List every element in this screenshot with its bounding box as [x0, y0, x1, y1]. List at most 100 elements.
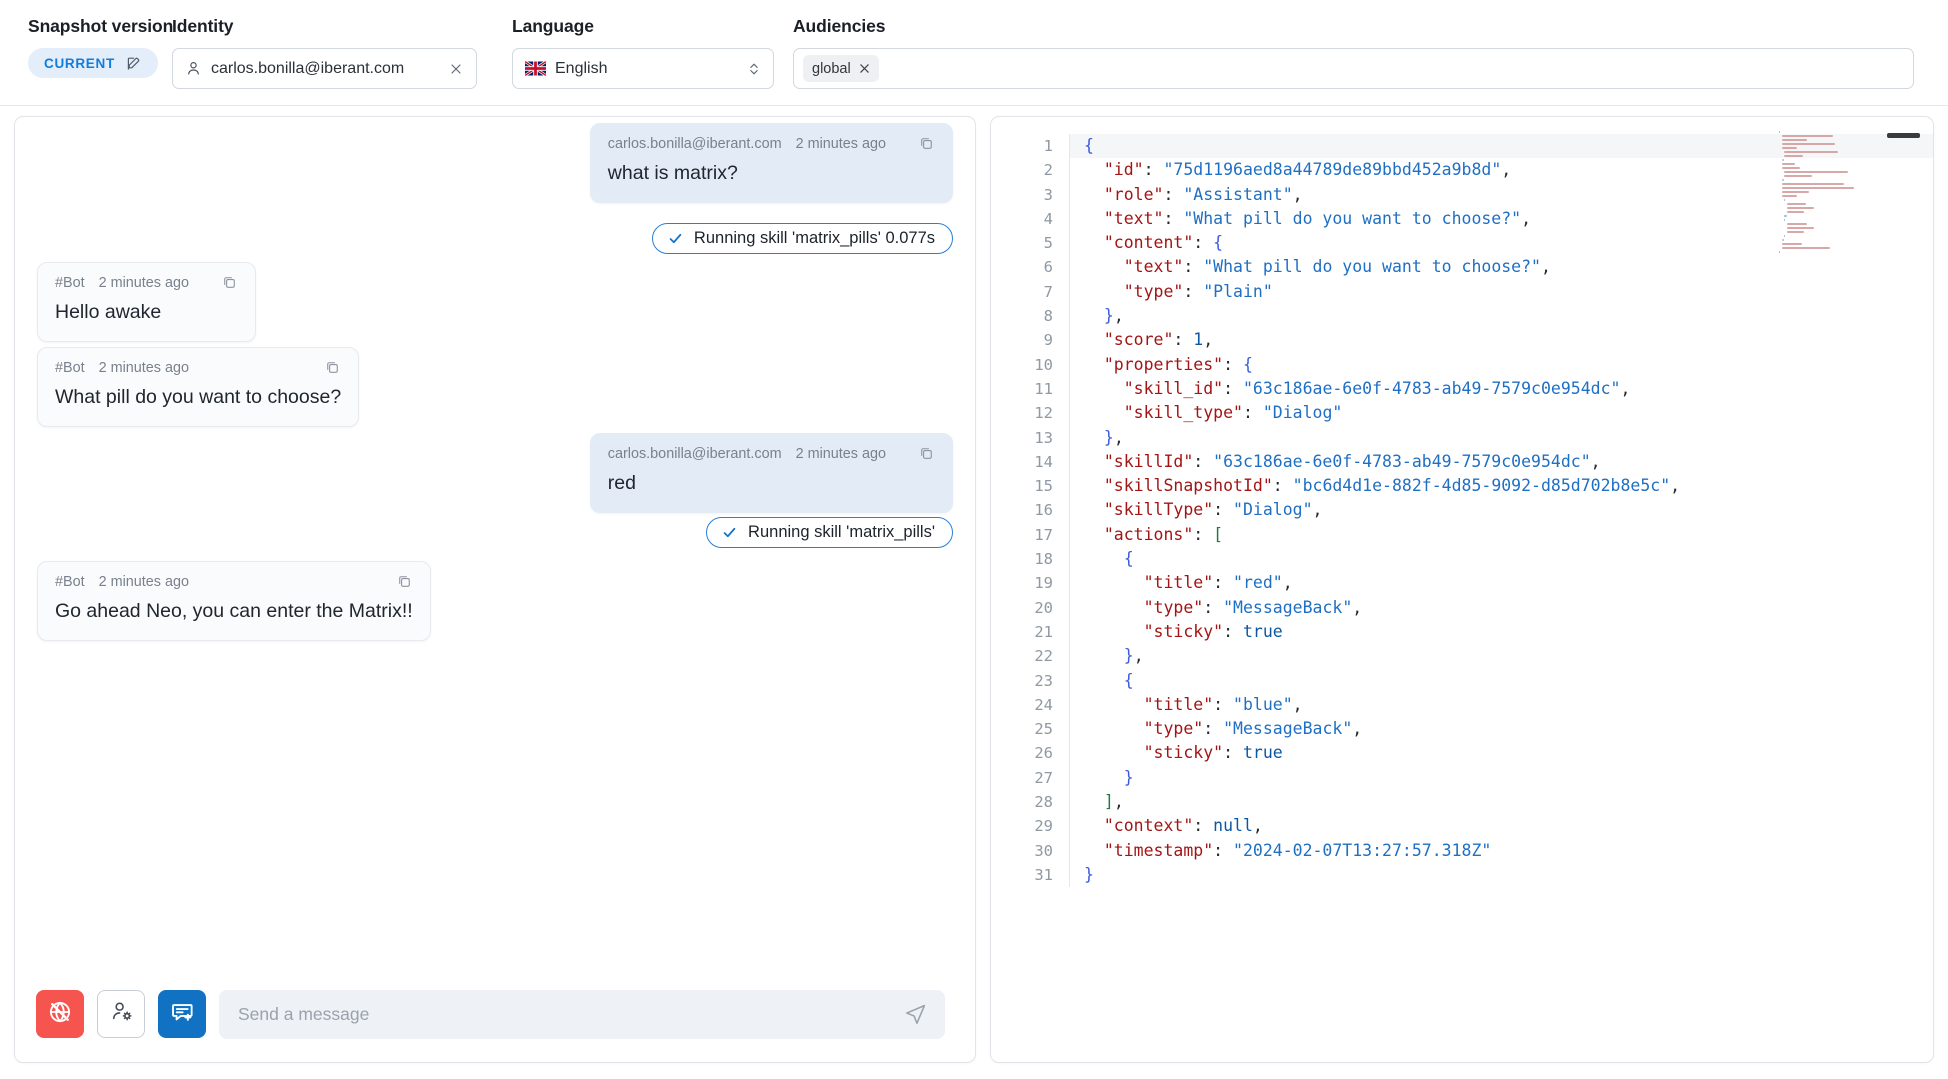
code-line: 27 }: [991, 765, 1933, 791]
line-number: 27: [1034, 768, 1053, 787]
new-chat-button[interactable]: [158, 990, 206, 1038]
minimap-line: [1784, 151, 1838, 153]
message-input-placeholder: Send a message: [238, 1003, 370, 1024]
minimap-line: [1781, 167, 1801, 169]
composer: Send a message: [15, 966, 975, 1062]
copy-icon[interactable]: [900, 445, 935, 462]
snapshot-current-badge[interactable]: CURRENT: [28, 48, 158, 78]
main-content: carlos.bonilla@iberant.com 2 minutes ago…: [0, 106, 1948, 1079]
message-list[interactable]: carlos.bonilla@iberant.com 2 minutes ago…: [15, 117, 975, 966]
globe-off-button[interactable]: [36, 990, 84, 1038]
code-line: 22 },: [991, 644, 1933, 669]
minimap-line: [1781, 179, 1785, 181]
message-meta: carlos.bonilla@iberant.com 2 minutes ago: [608, 445, 935, 462]
chat-panel: carlos.bonilla@iberant.com 2 minutes ago…: [14, 116, 976, 1063]
line-number: 16: [1034, 501, 1053, 520]
line-content: "score": 1,: [1069, 328, 1933, 353]
code-line: 21 "sticky": true: [991, 619, 1933, 645]
copy-icon[interactable]: [203, 274, 238, 291]
line-content: {: [1069, 668, 1933, 693]
json-code-area[interactable]: 1{2 "id": "75d1196aed8a44789de89bbd452a9…: [991, 117, 1933, 1062]
code-line: 12 "skill_type": "Dialog": [991, 401, 1933, 426]
minimap-line: [1779, 131, 1781, 133]
code-line: 23 {: [991, 668, 1933, 693]
globe-off-icon: [47, 999, 73, 1030]
line-content: "actions": [: [1069, 522, 1933, 548]
line-number: 13: [1034, 428, 1053, 447]
line-number: 21: [1034, 622, 1053, 641]
copy-icon[interactable]: [900, 135, 935, 152]
line-number: 4: [1043, 209, 1053, 228]
message-meta: #Bot 2 minutes ago: [55, 573, 413, 590]
send-icon[interactable]: [903, 1002, 928, 1027]
message-meta: carlos.bonilla@iberant.com 2 minutes ago: [608, 135, 935, 152]
message-text: Go ahead Neo, you can enter the Matrix!!: [55, 600, 413, 622]
line-number: 11: [1034, 379, 1053, 398]
language-label: Language: [512, 16, 594, 36]
minimap-line: [1786, 211, 1805, 213]
line-number: 20: [1034, 598, 1053, 617]
audiences-input[interactable]: global: [793, 48, 1914, 89]
message-author: #Bot: [55, 359, 85, 376]
code-line: 18 {: [991, 547, 1933, 572]
line-content: }: [1069, 862, 1933, 888]
skill-pill-label: Running skill 'matrix_pills': [748, 523, 935, 541]
line-number: 5: [1043, 234, 1053, 253]
code-line: 8 },: [991, 304, 1933, 329]
line-number: 3: [1043, 185, 1053, 204]
message-bubble: #Bot 2 minutes ago Hello awake: [37, 262, 257, 343]
minimap-line: [1784, 235, 1786, 237]
line-number: 28: [1034, 793, 1053, 812]
horizontal-scrollbar[interactable]: [1887, 133, 1920, 138]
code-line: 13 },: [991, 425, 1933, 450]
close-icon[interactable]: [859, 62, 870, 76]
audience-chip-global[interactable]: global: [803, 55, 879, 82]
minimap-line: [1786, 231, 1805, 233]
pencil-square-icon[interactable]: [126, 55, 142, 71]
user-icon: [185, 60, 202, 77]
minimap-line: [1781, 247, 1831, 249]
copy-icon[interactable]: [378, 573, 413, 590]
line-content: },: [1069, 304, 1933, 329]
line-number: 7: [1043, 282, 1053, 301]
code-line: 10 "properties": {: [991, 352, 1933, 377]
line-content: "skillType": "Dialog",: [1069, 498, 1933, 523]
user-message: carlos.bonilla@iberant.com 2 minutes ago…: [589, 433, 953, 514]
code-line: 16 "skillType": "Dialog",: [991, 498, 1933, 523]
bot-message: #Bot 2 minutes ago Go ahead Neo, you can…: [37, 561, 431, 642]
minimap-line: [1781, 163, 1796, 165]
minimap-line: [1781, 143, 1836, 145]
line-content: },: [1069, 425, 1933, 450]
language-select[interactable]: English: [512, 48, 774, 89]
identity-value: carlos.bonilla@iberant.com: [211, 59, 405, 77]
identity-label: Identity: [172, 16, 234, 36]
close-icon[interactable]: [448, 61, 464, 77]
json-viewer-panel[interactable]: 1{2 "id": "75d1196aed8a44789de89bbd452a9…: [990, 116, 1934, 1063]
code-minimap[interactable]: [1779, 131, 1859, 253]
code-line: 25 "type": "MessageBack",: [991, 717, 1933, 742]
message-text: what is matrix?: [607, 162, 738, 184]
minimap-line: [1781, 147, 1797, 149]
code-line: 17 "actions": [: [991, 522, 1933, 548]
minimap-line: [1786, 207, 1815, 209]
minimap-line: [1781, 183, 1845, 185]
line-content: "sticky": true: [1069, 619, 1933, 645]
code-line: 14 "skillId": "63c186ae-6e0f-4783-ab49-7…: [991, 449, 1933, 475]
line-content: "title": "red",: [1069, 571, 1933, 596]
message-author: #Bot: [55, 274, 85, 291]
chevron-up-down-icon[interactable]: [747, 61, 761, 77]
line-number: 1: [1043, 137, 1053, 155]
user-settings-icon: [109, 999, 134, 1029]
line-number: 23: [1034, 671, 1053, 690]
user-settings-button[interactable]: [97, 990, 145, 1038]
message-input-wrapper[interactable]: Send a message: [219, 989, 945, 1039]
line-content: "title": "blue",: [1069, 692, 1933, 718]
skill-pill: Running skill 'matrix_pills': [706, 517, 953, 548]
line-content: }: [1069, 765, 1933, 791]
copy-icon[interactable]: [306, 359, 341, 376]
minimap-line: [1784, 175, 1812, 177]
message-text: red: [607, 472, 636, 494]
message-timestamp: 2 minutes ago: [795, 445, 886, 462]
identity-input[interactable]: carlos.bonilla@iberant.com: [172, 48, 477, 89]
line-content: "type": "Plain": [1069, 279, 1933, 305]
